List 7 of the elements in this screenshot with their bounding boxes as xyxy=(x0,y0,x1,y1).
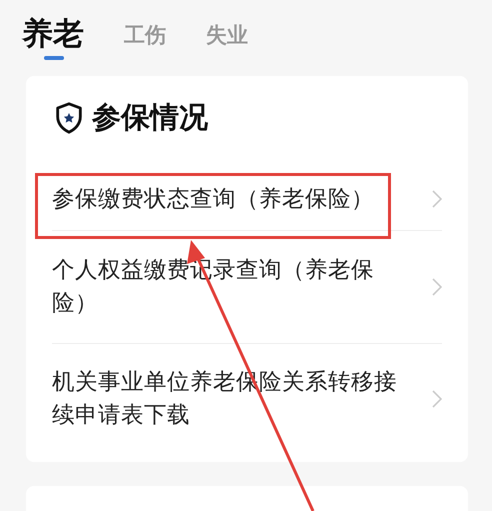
chevron-right-icon xyxy=(432,390,442,408)
chevron-right-icon xyxy=(432,278,442,296)
tab[interactable]: 养老 xyxy=(22,19,84,50)
section-title: 参保情况 xyxy=(92,99,208,136)
tab-indicator xyxy=(44,56,64,60)
chevron-right-icon xyxy=(432,190,442,208)
menu-item[interactable]: 参保缴费状态查询（养老保险） xyxy=(52,182,414,216)
